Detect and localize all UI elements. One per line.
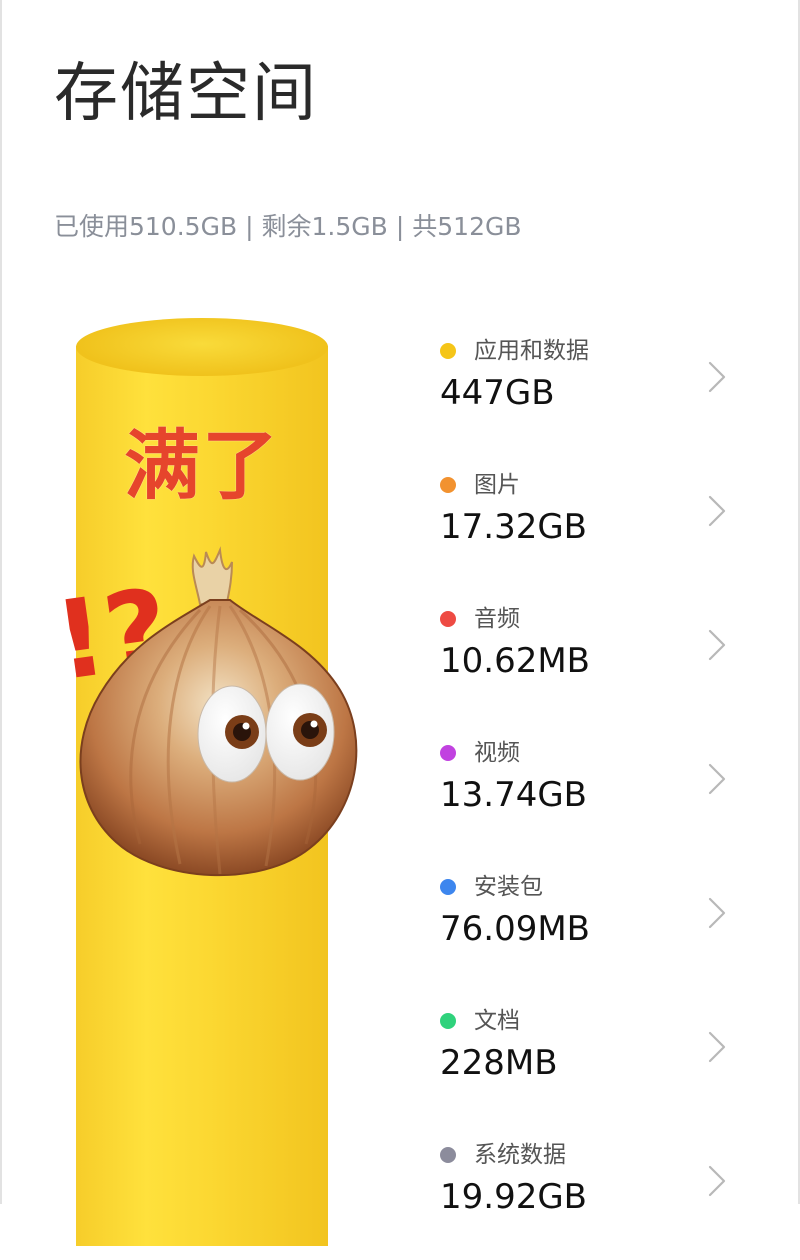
used-space: 已使用510.5GB [54, 212, 238, 241]
summary-separator: | [395, 212, 405, 241]
full-sticker-text: 满了 [124, 421, 280, 510]
storage-item-system-data[interactable]: 系统数据 19.92GB [440, 1140, 740, 1260]
screen-edge-left [0, 0, 2, 1204]
storage-item-audio[interactable]: 音频 10.62MB [440, 604, 740, 724]
page-title: 存储空间 [54, 57, 318, 131]
category-size: 19.92GB [440, 1177, 588, 1217]
chevron-right-icon [708, 897, 726, 929]
category-label: 应用和数据 [474, 337, 589, 364]
chevron-right-icon [708, 763, 726, 795]
chevron-right-icon [708, 1165, 726, 1197]
category-color-dot [440, 1013, 456, 1029]
category-color-dot [440, 611, 456, 627]
category-color-dot [440, 745, 456, 761]
category-color-dot [440, 879, 456, 895]
category-color-dot [440, 1147, 456, 1163]
remaining-space: 剩余1.5GB [261, 212, 388, 241]
category-size: 10.62MB [440, 641, 590, 681]
storage-item-apps-data[interactable]: 应用和数据 447GB [440, 336, 740, 456]
category-label: 图片 [474, 471, 520, 498]
storage-item-images[interactable]: 图片 17.32GB [440, 470, 740, 590]
storage-summary: 已使用510.5GB | 剩余1.5GB | 共512GB [54, 214, 522, 239]
cylinder-top [76, 318, 328, 376]
category-label: 视频 [474, 739, 520, 766]
category-size: 228MB [440, 1043, 558, 1083]
category-size: 447GB [440, 373, 555, 413]
category-size: 76.09MB [440, 909, 590, 949]
chevron-right-icon [708, 495, 726, 527]
chevron-right-icon [708, 1031, 726, 1063]
category-size: 17.32GB [440, 507, 588, 547]
category-size: 13.74GB [440, 775, 588, 815]
summary-separator: | [245, 212, 254, 241]
storage-item-packages[interactable]: 安装包 76.09MB [440, 872, 740, 992]
category-label: 文档 [474, 1007, 520, 1034]
category-label: 系统数据 [474, 1141, 566, 1168]
category-color-dot [440, 343, 456, 359]
category-color-dot [440, 477, 456, 493]
onion-emoji-icon [79, 546, 358, 877]
category-label: 安装包 [474, 873, 543, 900]
storage-item-documents[interactable]: 文档 228MB [440, 1006, 740, 1126]
category-label: 音频 [474, 605, 520, 632]
chevron-right-icon [708, 361, 726, 393]
total-space: 共512GB [412, 212, 522, 241]
chevron-right-icon [708, 629, 726, 661]
storage-item-video[interactable]: 视频 13.74GB [440, 738, 740, 858]
